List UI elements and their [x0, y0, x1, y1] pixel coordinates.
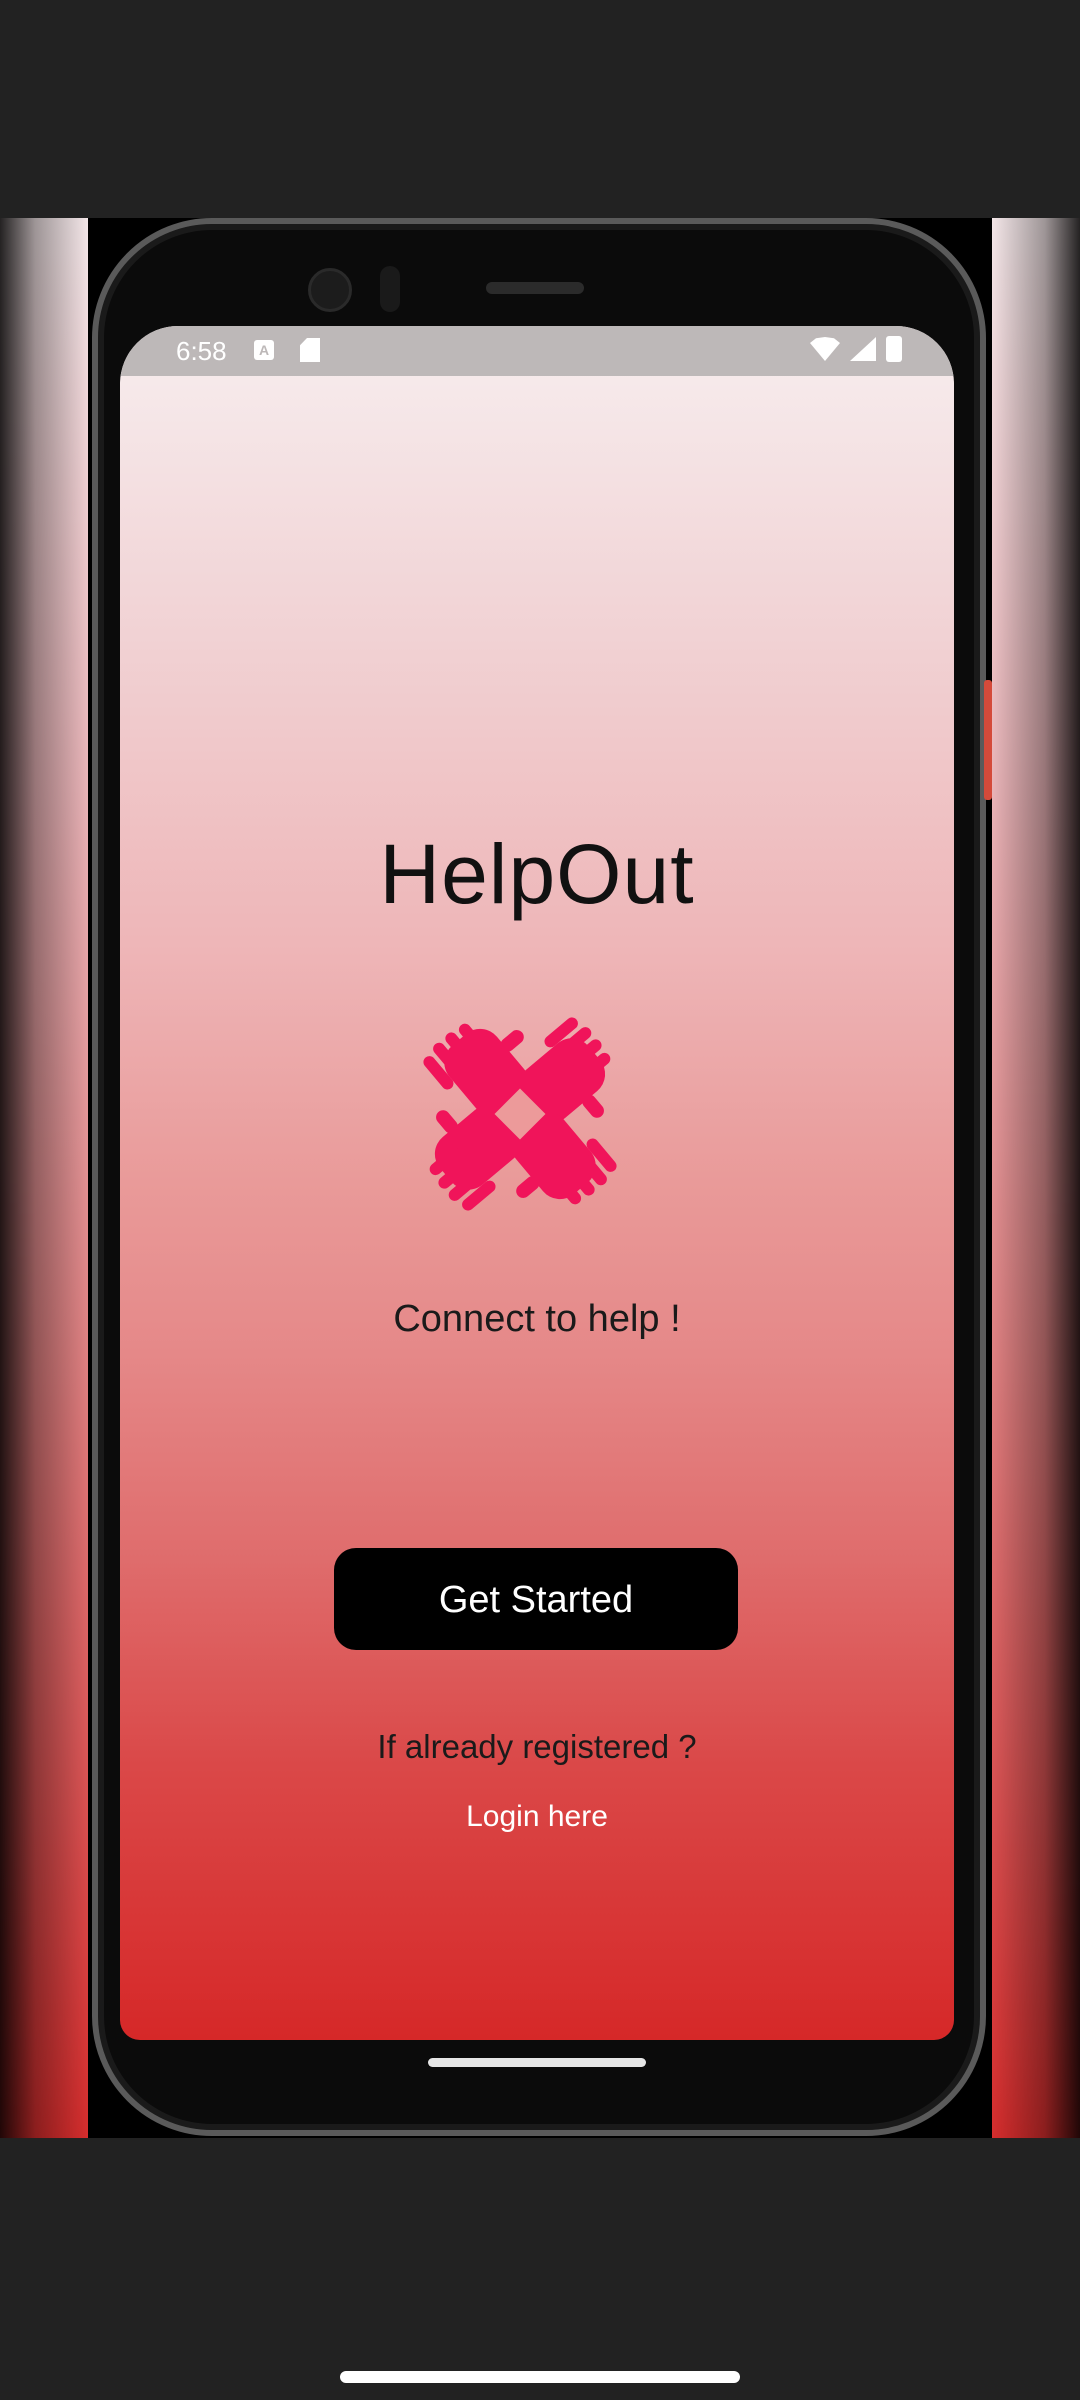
four-hands-icon [423, 1017, 617, 1211]
status-right-icons [810, 336, 902, 362]
power-button[interactable] [984, 680, 992, 800]
a-icon: A [254, 340, 274, 360]
battery-icon [886, 336, 902, 362]
proximity-sensor-icon [380, 266, 400, 312]
background-left-edge [0, 218, 88, 2138]
background-right-edge [992, 218, 1080, 2138]
app-title: HelpOut [379, 827, 695, 921]
front-camera-icon [308, 268, 352, 312]
wifi-icon [810, 337, 840, 361]
status-time: 6:58 [176, 336, 227, 366]
app-screen: 6:58 A HelpOut Connect to help ! Get Sta… [120, 326, 954, 2040]
status-bar: 6:58 A [120, 326, 954, 376]
sd-card-icon [300, 338, 320, 362]
tagline: Connect to help ! [393, 1298, 681, 1340]
earpiece-speaker-icon [486, 282, 584, 294]
get-started-button[interactable]: Get Started [334, 1548, 738, 1650]
signal-icon [850, 337, 876, 361]
system-home-indicator[interactable] [340, 2371, 740, 2383]
already-registered-label: If already registered ? [377, 1728, 697, 1765]
login-here-link[interactable]: Login here [120, 1800, 954, 1834]
device-home-indicator[interactable] [428, 2058, 646, 2067]
screenshot-stage: 6:58 A HelpOut Connect to help ! Get Sta… [0, 0, 1080, 2400]
